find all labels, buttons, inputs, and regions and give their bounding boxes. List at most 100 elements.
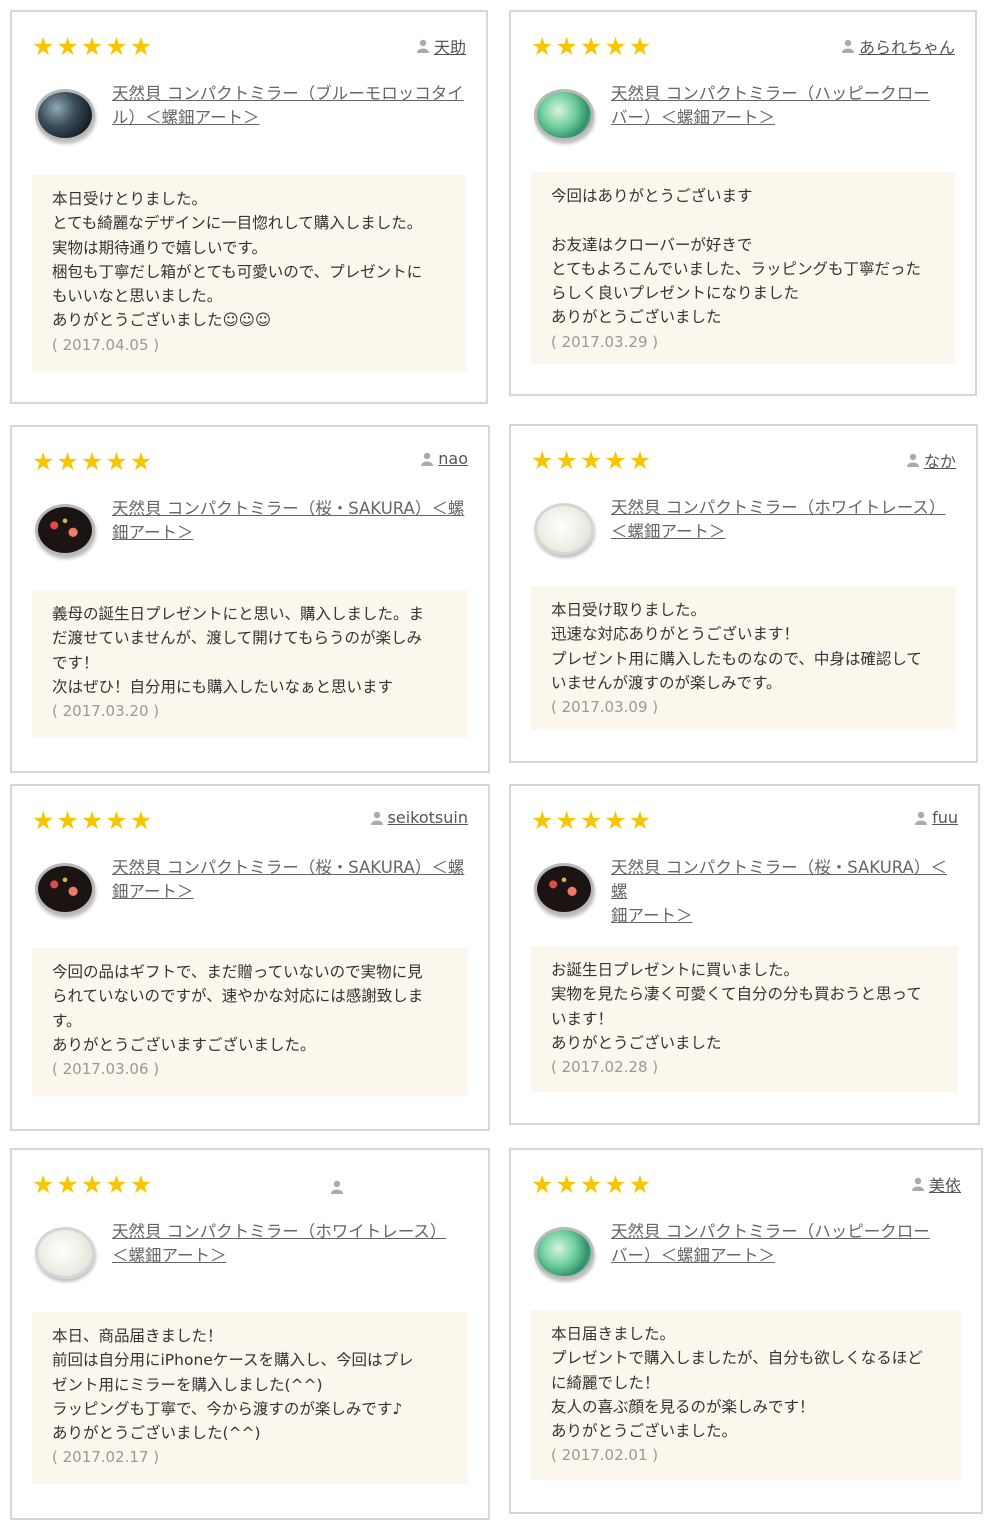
rating-stars: ★ ★ ★ ★ ★ <box>531 1172 651 1197</box>
review-body: 義母の誕生日プレゼントにと思い、購入しました。ま だ渡せていませんが、渡して開け… <box>32 590 468 738</box>
product-title-line: 天然貝 コンパクトミラー（ハッピークロー <box>611 1222 930 1241</box>
product-title-link[interactable]: 天然貝 コンパクトミラー（桜・SAKURA）＜螺 鈿アート＞ <box>112 497 468 545</box>
review-card: ★ ★ ★ ★ ★ seikotsuin 天然貝 コンパクトミラー（桜・SAKURA）＜… <box>10 784 490 1131</box>
star-icon: ★ <box>628 32 652 61</box>
product-title-line: 天然貝 コンパクトミラー（ブルーモロッコタイ <box>112 84 464 103</box>
reviewer-name-link[interactable]: なか <box>924 448 956 472</box>
star-icon: ★ <box>32 806 55 835</box>
product-title-link[interactable]: 天然貝 コンパクトミラー（桜・SAKURA）＜螺 鈿アート＞ <box>112 856 468 904</box>
star-icon: ★ <box>105 32 128 61</box>
review-text-line: とても綺麗なデザインに一目惚れして購入しました。 <box>52 214 423 233</box>
reviewer-name-link[interactable]: fuu <box>932 808 958 827</box>
star-icon: ★ <box>531 1170 554 1199</box>
review-text-line: ラッピングも丁寧で、今から渡すのが楽しみです♪ <box>52 1399 403 1418</box>
product-thumbnail[interactable] <box>531 1220 597 1286</box>
reviewer-name-link[interactable]: seikotsuin <box>388 808 468 827</box>
star-icon: ★ <box>604 1170 627 1199</box>
star-icon: ★ <box>555 32 578 61</box>
mirror-image <box>534 503 594 555</box>
product-title-link[interactable]: 天然貝 コンパクトミラー（ホワイトレース） ＜螺鈿アート＞ <box>112 1220 468 1268</box>
review-text-line: います！ <box>551 1009 614 1028</box>
product-title-line: 天然貝 コンパクトミラー（ホワイトレース） <box>611 498 946 517</box>
star-icon: ★ <box>129 1170 153 1199</box>
reviewer: 美依 <box>911 1172 961 1196</box>
review-text-line: 友人の喜ぶ顔を見るのが楽しみです！ <box>551 1397 815 1416</box>
user-icon <box>841 39 854 53</box>
product-title-link[interactable]: 天然貝 コンパクトミラー（ホワイトレース） ＜螺鈿アート＞ <box>611 496 956 544</box>
rating-stars: ★ ★ ★ ★ ★ <box>32 449 152 474</box>
reviewer: なか <box>906 448 956 472</box>
product-title-line: 天然貝 コンパクトミラー（桜・SAKURA）＜螺 <box>611 858 947 901</box>
review-text-line: 今回の品はギフトで、まだ贈っていないので実物に見 <box>52 963 423 981</box>
product-title-link[interactable]: 天然貝 コンパクトミラー（ハッピークロー バー）＜螺鈿アート＞ <box>611 1220 961 1268</box>
star-icon: ★ <box>579 32 603 61</box>
product-thumbnail[interactable] <box>32 1220 98 1286</box>
review-text-line: 実物は期待通りで嬉しいです。 <box>52 238 267 257</box>
review-body: 今回はありがとうございます お友達はクローバーが好きで とてもよろこんでいました… <box>531 172 955 364</box>
star-icon: ★ <box>555 1170 578 1199</box>
product-title-line: 天然貝 コンパクトミラー（ホワイトレース） <box>112 1222 447 1241</box>
review-text-line: 本日受けとりました。 <box>52 190 208 208</box>
star-icon: ★ <box>555 806 578 835</box>
review-card: ★ ★ ★ ★ ★ nao 天然貝 コンパクトミラー（桜・SAKURA）＜螺 鈿アート＞… <box>10 425 490 773</box>
star-icon: ★ <box>579 446 603 475</box>
review-text-line: です！ <box>52 653 99 672</box>
product-title-link[interactable]: 天然貝 コンパクトミラー（ブルーモロッコタイ ル）＜螺鈿アート＞ <box>112 82 466 130</box>
review-text-line: お友達はクローバーが好きで <box>551 235 753 254</box>
product-thumbnail[interactable] <box>32 856 98 922</box>
star-icon: ★ <box>32 447 55 476</box>
star-icon: ★ <box>531 446 554 475</box>
mirror-image <box>534 863 594 915</box>
rating-stars: ★ ★ ★ ★ ★ <box>32 34 152 59</box>
product-title-link[interactable]: 天然貝 コンパクトミラー（ハッピークロー バー）＜螺鈿アート＞ <box>611 82 955 130</box>
product-thumbnail[interactable] <box>531 856 597 922</box>
reviewer-name-link[interactable]: 天助 <box>434 34 466 58</box>
product-thumbnail[interactable] <box>531 496 597 562</box>
review-text-line: す。 <box>52 1011 82 1030</box>
reviewer: seikotsuin <box>370 808 468 827</box>
review-text-line: 本日、商品届きました！ <box>52 1327 223 1345</box>
reviewer-name-link[interactable]: nao <box>438 449 468 468</box>
review-card: ★ ★ ★ ★ ★ 天然貝 コンパクトミラー（ホワイトレース） ＜螺鈿アート＞ 本日、商… <box>10 1148 490 1520</box>
star-icon: ★ <box>80 806 104 835</box>
product-title-line: 天然貝 コンパクトミラー（ハッピークロー <box>611 84 930 103</box>
review-date: ( 2017.02.01 ) <box>551 1446 659 1465</box>
reviewer <box>331 1172 468 1202</box>
star-icon: ★ <box>80 1170 104 1199</box>
user-icon <box>915 811 928 825</box>
product-title-link[interactable]: 天然貝 コンパクトミラー（桜・SAKURA）＜螺 鈿アート＞ <box>611 856 958 928</box>
reviewer-name-link[interactable]: 美依 <box>929 1172 961 1196</box>
review-text-line: ありがとうございました。 <box>551 1422 738 1441</box>
review-text-line: ありがとうございました <box>551 308 722 327</box>
review-date: ( 2017.03.09 ) <box>551 698 659 717</box>
reviewer: nao <box>421 449 468 468</box>
product-title-line: 天然貝 コンパクトミラー（桜・SAKURA）＜螺 <box>112 858 465 877</box>
review-body: 本日、商品届きました！ 前回は自分用にiPhoneケースを購入し、今回はプレ ゼ… <box>32 1312 468 1484</box>
star-icon: ★ <box>105 1170 128 1199</box>
reviewer-name-link[interactable]: あられちゃん <box>859 34 955 58</box>
review-text-line: だ渡せていませんが、渡して開けてもらうのが楽しみ <box>52 629 422 648</box>
user-icon <box>911 1177 924 1191</box>
product-title-line: ＜螺鈿アート＞ <box>611 522 726 541</box>
review-card: ★ ★ ★ ★ ★ 美依 天然貝 コンパクトミラー（ハッピークロー バー）＜螺鈿アート＞… <box>509 1148 983 1514</box>
product-thumbnail[interactable] <box>32 82 98 148</box>
review-text-line: もいいなと思いました。 <box>52 287 223 306</box>
review-date: ( 2017.03.29 ) <box>551 332 659 351</box>
product-thumbnail[interactable] <box>32 497 98 563</box>
review-card: ★ ★ ★ ★ ★ fuu 天然貝 コンパクトミラー（桜・SAKURA）＜螺 鈿アート＞… <box>509 784 980 1125</box>
mirror-image <box>534 89 594 141</box>
user-icon <box>331 1180 343 1194</box>
rating-stars: ★ ★ ★ ★ ★ <box>531 34 651 59</box>
star-icon: ★ <box>129 806 153 835</box>
star-icon: ★ <box>80 447 104 476</box>
star-icon: ★ <box>129 32 153 61</box>
review-text-line: いませんが渡すのが楽しみです。 <box>551 673 782 692</box>
review-body: 本日受け取りました。 迅速な対応ありがとうございます！ プレゼント用に購入したも… <box>531 586 956 730</box>
mirror-image <box>35 863 95 915</box>
reviewer-name-link[interactable] <box>348 1172 468 1202</box>
product-title-line: ル）＜螺鈿アート＞ <box>112 108 260 127</box>
review-date: ( 2017.03.20 ) <box>52 702 160 721</box>
product-thumbnail[interactable] <box>531 82 597 148</box>
star-icon: ★ <box>555 446 578 475</box>
star-icon: ★ <box>80 32 104 61</box>
